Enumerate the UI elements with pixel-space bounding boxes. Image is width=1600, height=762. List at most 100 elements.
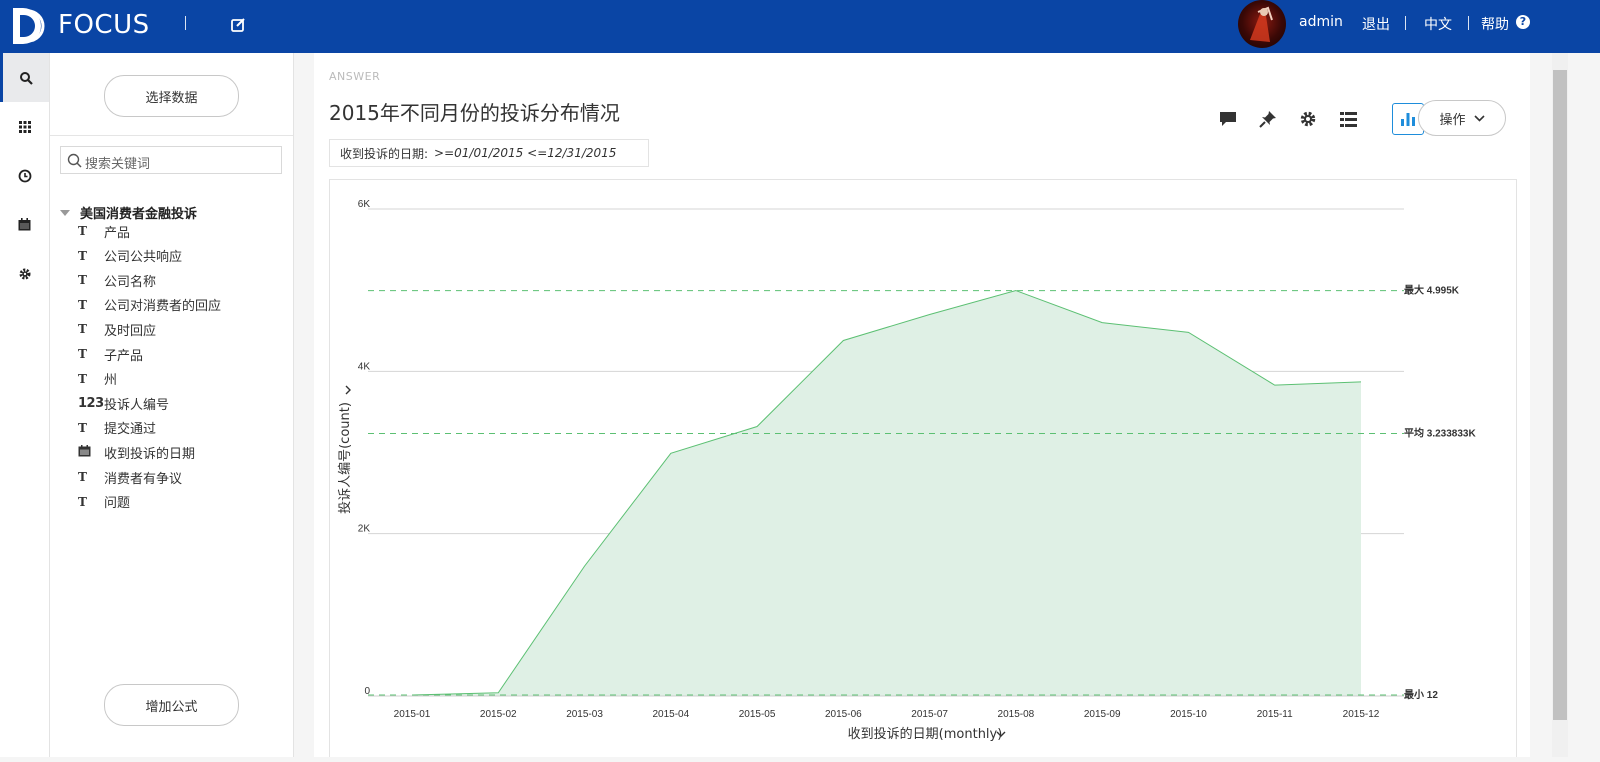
x-tick-label: 2015-01	[394, 709, 431, 720]
chart-container: 0 2K 4K 6K 最大 4.995K 平均 3.233833K 最小 12 2015-01…	[329, 179, 1517, 757]
reference-line-label: 最小 12	[1404, 688, 1438, 701]
field-item[interactable]: T 问题	[78, 492, 130, 512]
dashboard-nav-button[interactable]	[0, 102, 49, 151]
text-type-icon: T	[78, 297, 87, 312]
top-bar: FOCUS admin 退出 中文 帮助 ?	[0, 0, 1600, 53]
edit-icon[interactable]	[230, 16, 248, 34]
x-tick-label: 2015-03	[566, 709, 603, 720]
area-chart: 02K4K6K最大 4.995K平均 3.233833K最小 122015-01…	[337, 199, 1476, 742]
text-type-icon: T	[78, 420, 87, 435]
pin-icon	[1259, 111, 1276, 128]
field-label: 提交通过	[104, 422, 157, 438]
field-label: 公司名称	[104, 274, 157, 290]
comment-button[interactable]	[1212, 103, 1244, 135]
data-panel: 选择数据 搜索关键词 美国消费者金融投诉 T 产品 T 公司公共响应 T 公司名称 T 公司对…	[50, 53, 294, 757]
focus-logo-icon[interactable]	[11, 6, 47, 46]
text-type-icon: T	[78, 347, 87, 361]
select-data-button[interactable]: 选择数据	[104, 75, 239, 117]
calendar-nav-button[interactable]	[0, 200, 49, 249]
text-type-icon: T	[78, 248, 87, 263]
history-nav-button[interactable]	[0, 151, 49, 200]
search-nav-button[interactable]	[0, 53, 49, 102]
search-placeholder: 搜索关键词	[85, 157, 151, 172]
x-tick-label: 2015-08	[998, 709, 1035, 720]
chart-settings-button[interactable]	[1292, 103, 1324, 135]
x-tick-label: 2015-06	[825, 709, 862, 720]
field-item[interactable]: T 及时回应	[78, 319, 156, 339]
table-view-button[interactable]	[1332, 103, 1364, 135]
field-item[interactable]: T 子产品	[78, 344, 143, 364]
calendar-icon	[18, 218, 31, 231]
dataset-name: 美国消费者金融投诉	[80, 207, 198, 222]
field-item[interactable]: T 公司公共响应	[78, 246, 182, 266]
x-tick-label: 2015-11	[1257, 709, 1293, 720]
field-item[interactable]: 收到投诉的日期	[78, 442, 195, 462]
x-tick-label: 2015-10	[1170, 709, 1207, 720]
user-avatar[interactable]	[1238, 0, 1286, 48]
language-switch[interactable]: 中文	[1424, 14, 1452, 34]
answer-title: 2015年不同月份的投诉分布情况	[329, 101, 620, 125]
search-icon	[20, 71, 33, 85]
grid-icon	[18, 120, 31, 133]
field-item[interactable]: T 公司名称	[78, 270, 156, 290]
add-formula-button[interactable]: 增加公式	[104, 684, 239, 726]
search-icon	[67, 153, 82, 168]
x-tick-label: 2015-07	[911, 709, 948, 720]
main-area: ANSWER 2015年不同月份的投诉分布情况 收到投诉的日期: >=01/01…	[294, 53, 1600, 757]
answer-card: ANSWER 2015年不同月份的投诉分布情况 收到投诉的日期: >=01/01…	[314, 53, 1530, 757]
logout-link[interactable]: 退出	[1362, 14, 1390, 34]
scrollbar-thumb[interactable]	[1553, 70, 1567, 720]
history-icon	[18, 169, 31, 182]
app-logo-text[interactable]: FOCUS	[58, 10, 150, 40]
text-type-icon: T	[78, 371, 87, 386]
field-label: 子产品	[104, 348, 144, 364]
field-label: 公司公共响应	[104, 250, 183, 266]
help-link[interactable]: 帮助	[1481, 14, 1509, 34]
settings-icon	[1300, 111, 1316, 127]
operations-button[interactable]: 操作	[1418, 100, 1506, 136]
reference-line-label: 平均 3.233833K	[1404, 427, 1476, 440]
chevron-down-icon	[1473, 114, 1485, 122]
text-type-icon: T	[78, 224, 87, 238]
number-type-icon: 123	[78, 395, 104, 411]
answer-label: ANSWER	[329, 70, 381, 83]
settings-nav-button[interactable]	[0, 249, 49, 298]
chart-view-icon	[1401, 113, 1415, 126]
chevron-down-icon	[345, 385, 351, 395]
text-type-icon: T	[78, 494, 87, 509]
field-label: 投诉人编号	[104, 397, 170, 413]
calendar-icon	[78, 444, 104, 460]
field-item[interactable]: T州	[78, 369, 117, 389]
help-icon[interactable]: ?	[1516, 15, 1530, 29]
dataset-tree-root[interactable]: 美国消费者金融投诉	[60, 203, 197, 222]
x-tick-label: 2015-12	[1343, 709, 1380, 720]
filter-value: >=01/01/2015 <=12/31/2015	[434, 146, 617, 160]
field-label: 问题	[104, 496, 131, 512]
panel-divider	[50, 135, 293, 136]
caret-down-icon[interactable]	[60, 210, 70, 216]
field-item[interactable]: T 公司对消费者的回应	[78, 295, 221, 315]
x-tick-label: 2015-09	[1084, 709, 1121, 720]
field-label: 产品	[104, 225, 131, 241]
keyword-search-input[interactable]: 搜索关键词	[60, 146, 282, 174]
field-item[interactable]: T 产品	[78, 221, 130, 241]
x-tick-label: 2015-04	[652, 709, 689, 720]
gear-icon	[19, 268, 30, 279]
y-tick-label: 4K	[358, 361, 371, 372]
field-label: 公司对消费者的回应	[104, 299, 222, 315]
y-tick-label: 2K	[358, 524, 371, 535]
text-type-icon: T	[78, 470, 87, 484]
field-label: 及时回应	[104, 323, 157, 339]
pin-button[interactable]	[1252, 103, 1284, 135]
comment-icon	[1220, 112, 1236, 126]
username-label[interactable]: admin	[1299, 14, 1343, 30]
field-item[interactable]: T 消费者有争议	[78, 467, 182, 487]
date-filter-chip[interactable]: 收到投诉的日期: >=01/01/2015 <=12/31/2015	[329, 139, 649, 167]
left-icon-bar	[0, 53, 50, 757]
field-label: 收到投诉的日期	[104, 446, 196, 462]
field-item[interactable]: 123 投诉人编号	[78, 393, 169, 413]
field-item[interactable]: T 提交通过	[78, 418, 156, 438]
operations-label: 操作	[1439, 112, 1466, 128]
topbar-divider	[185, 16, 186, 30]
topbar-divider	[1468, 16, 1469, 30]
